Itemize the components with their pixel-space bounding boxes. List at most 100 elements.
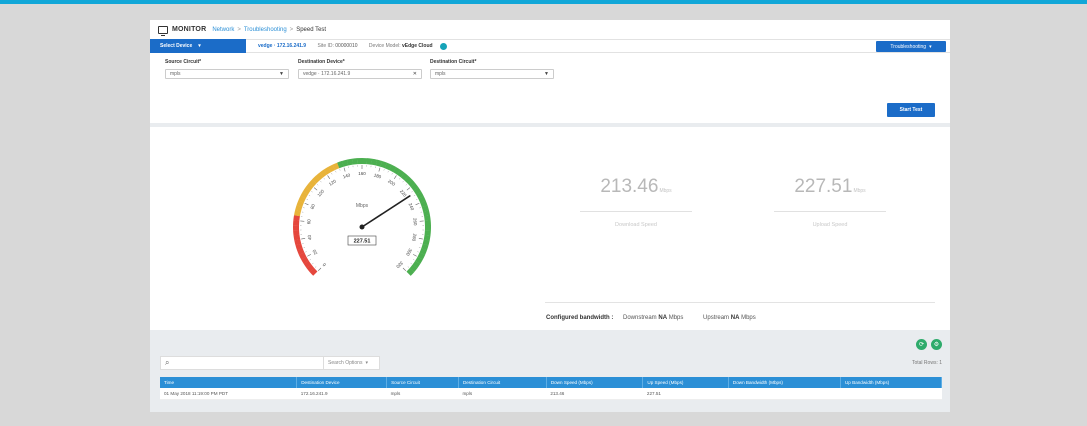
troubleshooting-label: Troubleshooting [890,43,927,50]
search-options-dropdown[interactable]: Search Options ▾ [323,357,379,369]
gauge-arc-segment [413,187,422,195]
breadcrumb-network[interactable]: Network [212,27,234,33]
select-device-dropdown[interactable]: Select Device ▾ [150,39,246,53]
source-circuit-value: mpls [170,71,181,77]
table-cell [840,388,942,400]
search-bar: ⌕ Search Options ▾ [160,356,380,370]
top-accent-line [0,0,1087,4]
gauge-arc-segment [337,160,344,169]
breadcrumb-troubleshooting[interactable]: Troubleshooting [244,27,287,33]
column-header[interactable]: Source Circuit [386,377,459,388]
table-cell: mpls [458,388,547,400]
table-row[interactable]: 01 May 2018 11:19:00 PM PDT 172.16.241.9 m… [160,388,942,400]
gauge-arc-segment [301,256,309,264]
gauge-tick [415,198,418,200]
breadcrumb-speed-test: Speed Test [296,26,327,33]
gauge-arc-segment [323,166,332,175]
gauge-tick [305,251,307,253]
gauge-tick [406,187,411,191]
gauge-arc-segment [315,172,324,181]
destination-device-group: Destination Device* vedge · 172.16.241.9… [298,59,422,79]
gauge-tick [308,194,311,197]
start-test-button[interactable]: Start Test [887,103,935,117]
gauge-arc-segment [371,158,378,166]
download-speed-value: 213.46 [600,176,659,197]
gauge-arc-segment [418,195,426,204]
chevron-down-icon: ▾ [929,43,932,50]
gauge-tick [417,251,419,253]
gauge-arc-segment [396,169,405,178]
gauge-tick-label: 60 [306,219,312,225]
column-header[interactable]: Destination Device [296,377,388,388]
gauge-tick [383,169,385,171]
total-rows: Total Rows: 1 [911,360,942,366]
bandwidth-divider [545,302,935,303]
source-circuit-select[interactable]: mpls ▼ [165,69,289,79]
gauge-tick [399,178,401,180]
gauge-arc-segment [294,239,302,246]
gauge-tick-label: 80 [309,203,316,210]
gauge-tick-label: 100 [316,188,325,197]
column-header[interactable]: Down Speed (Mbps) [546,377,644,388]
gauge-arc-segment [422,239,430,246]
gauge-arc-segment [332,162,340,171]
table-body: 01 May 2018 11:19:00 PM PDT 172.16.241.9 m… [160,388,942,400]
download-result: 213.46Mbps Download Speed [580,176,692,228]
gauge-tick [413,194,416,197]
gauge-tick [304,202,309,206]
gauge-arc-segment [319,169,328,178]
gauge-needle [361,195,411,228]
gauge-arc-segment [341,159,349,167]
upload-speed-label: Upload Speed [812,222,848,228]
clear-icon[interactable]: ✕ [413,71,417,77]
settings-icon[interactable]: ⚙ [931,339,942,350]
upstream-unit: Mbps [741,315,756,321]
gauge-tick [317,267,322,272]
troubleshooting-dropdown[interactable]: Troubleshooting ▾ [876,41,946,52]
gauge-tick-label: 240 [408,202,416,211]
gauge-tick [343,167,346,172]
gauge-pivot [359,224,365,230]
gauge-arc-band [293,158,431,276]
gauge-tick [407,266,410,268]
column-header[interactable]: Down Bandwidth (Mbps) [728,377,841,388]
gauge-tick [413,259,415,261]
caret-down-icon: ▼ [279,71,284,77]
gauge-arc-segment [409,264,418,273]
search-input[interactable] [175,358,323,368]
gauge-arc-segment [300,191,309,199]
gauge-arc-segment [312,175,320,184]
gauge-arc-segment [298,252,307,260]
upload-speed-value: 227.51 [794,176,853,197]
gauge-arc-segment [302,187,311,195]
chevron-down-icon: ▾ [198,43,201,49]
gauge-arc-segment [424,215,431,221]
gauge-arc-segment [410,183,419,191]
destination-device-select[interactable]: vedge · 172.16.241.9 ✕ [298,69,422,79]
upload-divider [774,211,886,212]
gauge-arc-segment [406,268,415,276]
destination-circuit-value: mpls [435,71,446,77]
gauge-tick [378,167,381,172]
table-cell: 227.51 [642,388,729,400]
monitor-icon [158,25,168,36]
column-header[interactable]: Time [160,377,298,388]
gauge-tick [327,175,331,179]
gauge-tick-label: 320 [395,260,404,269]
gauge-arc-segment [306,264,315,273]
gauge-tick [418,238,423,240]
gauge-tick [410,262,412,265]
gauge-tick [418,247,421,249]
gauge-arc-segment [351,158,358,165]
refresh-icon[interactable]: ⟳ [916,339,927,350]
column-header[interactable]: Up Speed (Mbps) [642,377,729,388]
gauge-arc-segment [308,179,317,188]
gauge-tick [312,262,314,265]
gauge-tick [323,178,325,180]
column-header[interactable]: Destination Circuit [458,377,547,388]
column-header[interactable]: Up Bandwidth (Mbps) [840,377,943,388]
gauge-arc-segment [298,195,306,203]
destination-circuit-select[interactable]: mpls ▼ [430,69,554,79]
gauge-arc-segment [380,160,387,169]
download-divider [580,211,692,212]
